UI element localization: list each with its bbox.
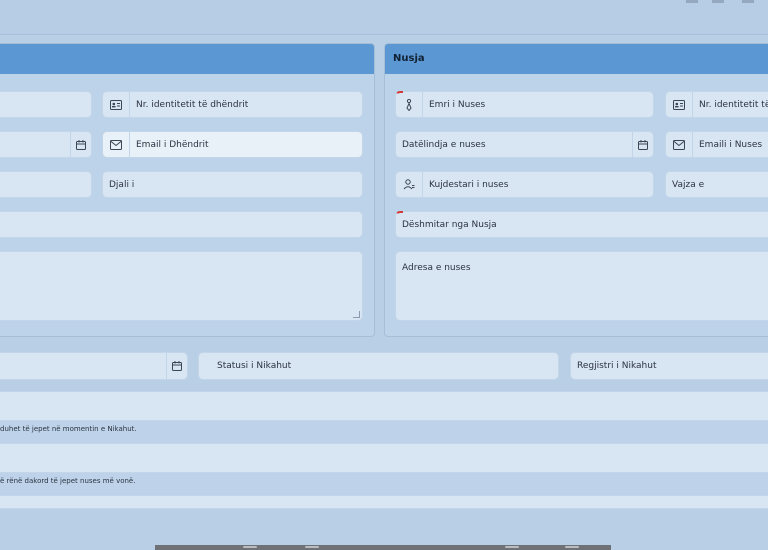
- bride-name-label: Emri i Nuses: [429, 99, 486, 110]
- groom-birthdate-field[interactable]: [0, 131, 92, 158]
- groom-panel-header: [0, 44, 374, 74]
- required-marker: [395, 211, 403, 219]
- nikah-registry-label: Regjistri i Nikahut: [577, 361, 657, 371]
- bride-id-label: Nr. identitetit të nus: [699, 99, 768, 110]
- bride-address-label: Adresa e nuses: [402, 263, 471, 273]
- toolbar-mark: [742, 0, 754, 3]
- bride-daughter-of-label: Vajza e: [672, 179, 705, 190]
- mahr-now-input[interactable]: [0, 391, 768, 421]
- id-card-icon: [103, 92, 130, 117]
- nikah-registry-field[interactable]: Regjistri i Nikahut: [570, 352, 768, 380]
- groom-id-label: Nr. identitetit të dhëndrit: [136, 99, 249, 110]
- calendar-icon[interactable]: [166, 353, 187, 379]
- guardian-icon: [396, 172, 423, 197]
- mahr-later-input[interactable]: [0, 443, 768, 473]
- action-bar-item[interactable]: [243, 546, 257, 548]
- groom-email-field[interactable]: Email i Dhëndrit: [102, 131, 363, 158]
- bride-guardian-field[interactable]: Kujdestari i nuses: [395, 171, 654, 198]
- action-bar-item[interactable]: [505, 546, 519, 548]
- email-icon: [666, 132, 693, 157]
- groom-id-field[interactable]: Nr. identitetit të dhëndrit: [102, 91, 363, 118]
- bride-panel-title: Nusja: [385, 44, 768, 74]
- top-toolbar-strip: [0, 0, 768, 35]
- groom-email-label: Email i Dhëndrit: [136, 139, 209, 150]
- groom-son-of-field[interactable]: Djali i: [102, 171, 363, 198]
- bride-daughter-of-field[interactable]: Vajza e: [665, 171, 768, 198]
- mahr-now-note-row: duhet të jepet në momentin e Nikahut.: [0, 421, 768, 443]
- action-bar-item[interactable]: [565, 546, 579, 548]
- form-bottom-row: [0, 495, 768, 509]
- mahr-later-note-row: ë rënë dakord të jepet nuses më vonë.: [0, 473, 768, 495]
- bride-email-field[interactable]: Emaili i Nuses: [665, 131, 768, 158]
- calendar-icon[interactable]: [70, 132, 91, 157]
- calendar-icon[interactable]: [632, 132, 653, 157]
- bride-witness-label: Dëshmitar nga Nusja: [402, 219, 497, 230]
- bride-name-field[interactable]: Emri i Nuses: [395, 91, 654, 118]
- toolbar-mark: [686, 0, 698, 3]
- bride-address-textarea[interactable]: Adresa e nuses: [395, 251, 768, 321]
- mahr-now-note: duhet të jepet në momentin e Nikahut.: [0, 425, 137, 433]
- mahr-later-note: ë rënë dakord të jepet nuses më vonë.: [0, 477, 136, 485]
- groom-name-field[interactable]: [0, 91, 92, 118]
- groom-son-of-label: Djali i: [109, 179, 135, 190]
- email-icon: [103, 132, 130, 157]
- groom-address-textarea[interactable]: [0, 251, 363, 321]
- resize-handle[interactable]: [353, 311, 360, 318]
- required-marker: [395, 91, 403, 99]
- groom-witness-field[interactable]: [0, 211, 363, 238]
- bride-id-field[interactable]: Nr. identitetit të nus: [665, 91, 768, 118]
- groom-guardian-field[interactable]: [0, 171, 92, 198]
- id-card-icon: [666, 92, 693, 117]
- nikah-status-label: Statusi i Nikahut: [217, 361, 292, 371]
- bride-witness-field[interactable]: Dëshmitar nga Nusja: [395, 211, 768, 238]
- bride-birthdate-field[interactable]: Datëlindja e nuses: [395, 131, 654, 158]
- bottom-action-bar: [155, 545, 611, 550]
- nikah-status-field[interactable]: Statusi i Nikahut: [198, 352, 559, 380]
- bride-birthdate-label: Datëlindja e nuses: [402, 139, 486, 150]
- nikah-date-field[interactable]: [0, 352, 188, 380]
- bride-guardian-label: Kujdestari i nuses: [429, 179, 509, 190]
- toolbar-mark: [712, 0, 724, 3]
- action-bar-item[interactable]: [305, 546, 319, 548]
- bride-email-label: Emaili i Nuses: [699, 139, 763, 150]
